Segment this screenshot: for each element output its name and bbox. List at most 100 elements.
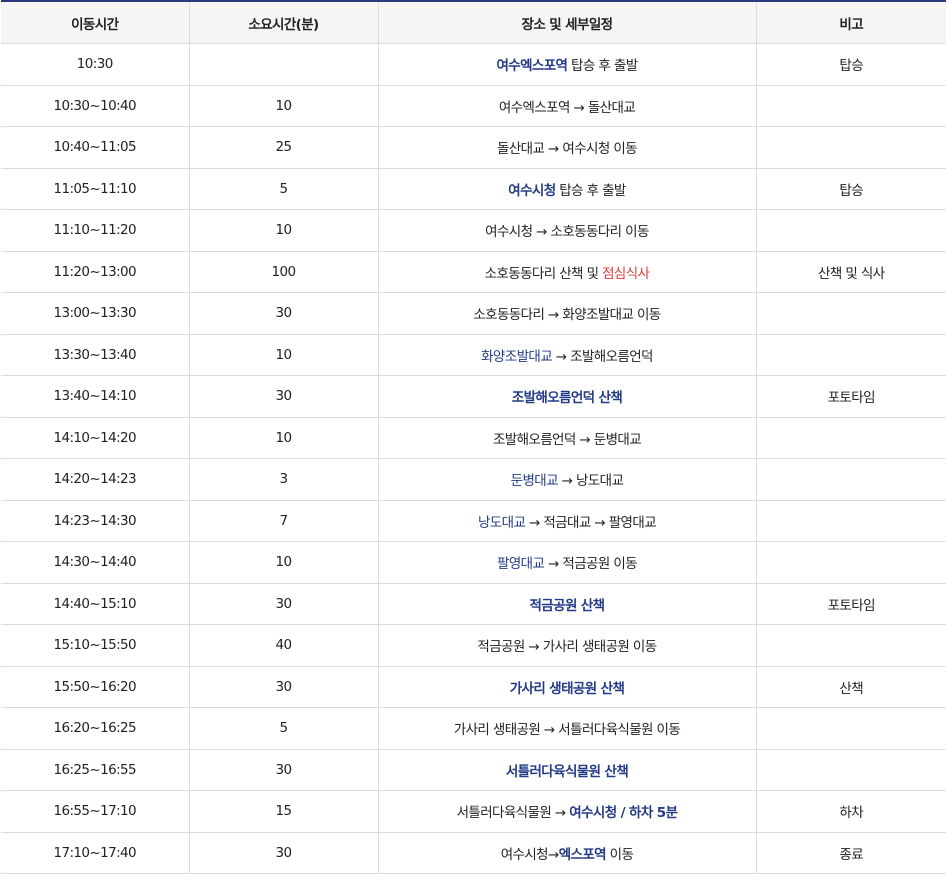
move-time-cell: 16:55~17:10: [1, 790, 190, 833]
table-row: 14:20~14:23 3 둔병대교 → 낭도대교: [1, 458, 946, 501]
table-row: 11:05~11:10 5 여수시청 탑승 후 출발 탑승: [1, 168, 946, 210]
duration-cell: 10: [189, 334, 379, 376]
duration-cell: 30: [189, 292, 379, 335]
header-row: 이동시간 소요시간(분) 장소 및 세부일정 비고: [1, 1, 946, 44]
header-duration: 소요시간(분): [189, 1, 379, 44]
duration-cell: 5: [189, 707, 379, 750]
header-move-time: 이동시간: [1, 1, 190, 44]
table-row: 13:40~14:10 30 조발해오름언덕 산책 포토타임: [1, 375, 946, 418]
note-cell: 하차: [756, 790, 946, 833]
note-cell: 산책 및 식사: [756, 251, 946, 293]
place-detail-cell: 여수시청 → 소호동동다리 이동: [378, 209, 757, 252]
duration-cell: 10: [189, 417, 379, 459]
detail-segment: → 적금공원 이동: [544, 556, 638, 573]
place-detail-cell: 여수엑스포역 탑승 후 출발: [378, 43, 757, 86]
note-cell: 종료: [756, 832, 946, 874]
detail-segment: 여수시청: [508, 182, 556, 199]
note-cell: [756, 126, 946, 169]
table-row: 13:00~13:30 30 소호동동다리 → 화양조발대교 이동: [1, 292, 946, 335]
detail-segment: 여수시청 → 소호동동다리 이동: [485, 224, 649, 241]
note-cell: [756, 292, 946, 335]
move-time-cell: 10:40~11:05: [1, 126, 190, 169]
table-row: 17:10~17:40 30 여수시청→엑스포역 이동 종료: [1, 832, 946, 874]
detail-segment: 조발해오름언덕 산책: [511, 390, 623, 407]
note-cell: 포토타임: [756, 375, 946, 418]
header-place-detail: 장소 및 세부일정: [378, 1, 757, 44]
duration-cell: 10: [189, 85, 379, 127]
detail-segment: 점심식사: [602, 265, 650, 282]
move-time-cell: 13:40~14:10: [1, 375, 190, 418]
note-cell: [756, 334, 946, 376]
schedule-table: 이동시간 소요시간(분) 장소 및 세부일정 비고 10:30 여수엑스포역 탑승…: [1, 0, 946, 874]
place-detail-cell: 여수엑스포역 → 돌산대교: [378, 85, 757, 127]
move-time-cell: 15:50~16:20: [1, 666, 190, 708]
detail-segment: 조발해오름언덕 → 둔병대교: [492, 431, 642, 448]
note-cell: [756, 85, 946, 127]
note-cell: [756, 707, 946, 750]
detail-segment: 가사리 생태공원 산책: [509, 680, 625, 697]
move-time-cell: 14:10~14:20: [1, 417, 190, 459]
move-time-cell: 11:05~11:10: [1, 168, 190, 210]
table-row: 13:30~13:40 10 화양조발대교 → 조발해오름언덕: [1, 334, 946, 376]
duration-cell: 7: [189, 500, 379, 542]
place-detail-cell: 둔병대교 → 낭도대교: [378, 458, 757, 501]
place-detail-cell: 여수시청 탑승 후 출발: [378, 168, 757, 210]
detail-segment: 엑스포역: [558, 846, 607, 863]
move-time-cell: 17:10~17:40: [1, 832, 190, 874]
table-row: 11:20~13:00 100 소호동동다리 산책 및 점심식사 산책 및 식사: [1, 251, 946, 293]
move-time-cell: 14:40~15:10: [1, 583, 190, 625]
place-detail-cell: 가사리 생태공원 산책: [378, 666, 757, 708]
note-cell: [756, 541, 946, 584]
move-time-cell: 10:30~10:40: [1, 85, 190, 127]
table-row: 10:30~10:40 10 여수엑스포역 → 돌산대교: [1, 85, 946, 127]
duration-cell: 25: [189, 126, 379, 169]
note-cell: 포토타임: [756, 583, 946, 625]
move-time-cell: 13:30~13:40: [1, 334, 190, 376]
note-cell: [756, 624, 946, 667]
duration-cell: 30: [189, 832, 379, 874]
detail-segment: 낭도대교: [477, 514, 526, 531]
move-time-cell: 10:30: [1, 43, 190, 86]
table-row: 16:20~16:25 5 가사리 생태공원 → 서틀러다육식물원 이동: [1, 707, 946, 750]
duration-cell: 3: [189, 458, 379, 501]
place-detail-cell: 서틀러다육식물원 산책: [378, 749, 757, 791]
duration-cell: 30: [189, 583, 379, 625]
detail-segment: 서틀러다육식물원 →: [456, 805, 570, 822]
move-time-cell: 14:23~14:30: [1, 500, 190, 542]
note-cell: [756, 500, 946, 542]
duration-cell: 5: [189, 168, 379, 210]
note-cell: 산책: [756, 666, 946, 708]
detail-segment: 화양조발대교: [481, 348, 553, 365]
note-cell: [756, 209, 946, 252]
duration-cell: 15: [189, 790, 379, 833]
table-row: 11:10~11:20 10 여수시청 → 소호동동다리 이동: [1, 209, 946, 252]
place-detail-cell: 서틀러다육식물원 → 여수시청 / 하차 5분: [378, 790, 757, 833]
move-time-cell: 16:25~16:55: [1, 749, 190, 791]
duration-cell: 100: [189, 251, 379, 293]
move-time-cell: 14:20~14:23: [1, 458, 190, 501]
detail-segment: 여수시청→: [500, 846, 560, 863]
note-cell: [756, 417, 946, 459]
detail-segment: 가사리 생태공원 → 서틀러다육식물원 이동: [453, 722, 681, 739]
detail-segment: 이동: [605, 846, 634, 863]
move-time-cell: 11:20~13:00: [1, 251, 190, 293]
move-time-cell: 15:10~15:50: [1, 624, 190, 667]
move-time-cell: 14:30~14:40: [1, 541, 190, 584]
table-header: 이동시간 소요시간(분) 장소 및 세부일정 비고: [1, 1, 946, 44]
schedule-page: 이동시간 소요시간(분) 장소 및 세부일정 비고 10:30 여수엑스포역 탑승…: [0, 0, 947, 887]
detail-segment: 적금공원 → 가사리 생태공원 이동: [477, 639, 657, 656]
place-detail-cell: 조발해오름언덕 산책: [378, 375, 757, 418]
detail-segment: → 조발해오름언덕: [552, 348, 654, 365]
duration-cell: 10: [189, 209, 379, 252]
table-row: 16:55~17:10 15 서틀러다육식물원 → 여수시청 / 하차 5분 하차: [1, 790, 946, 833]
duration-cell: 30: [189, 749, 379, 791]
place-detail-cell: 소호동동다리 산책 및 점심식사: [378, 251, 757, 293]
detail-segment: 탑승 후 출발: [555, 182, 626, 199]
detail-segment: 여수시청 / 하차 5분: [569, 805, 678, 822]
place-detail-cell: 여수시청→엑스포역 이동: [378, 832, 757, 874]
note-cell: [756, 458, 946, 501]
place-detail-cell: 낭도대교 → 적금대교 → 팔영대교: [378, 500, 757, 542]
detail-segment: → 적금대교 → 팔영대교: [525, 514, 657, 531]
table-row: 14:30~14:40 10 팔영대교 → 적금공원 이동: [1, 541, 946, 584]
detail-segment: 팔영대교: [497, 556, 545, 573]
